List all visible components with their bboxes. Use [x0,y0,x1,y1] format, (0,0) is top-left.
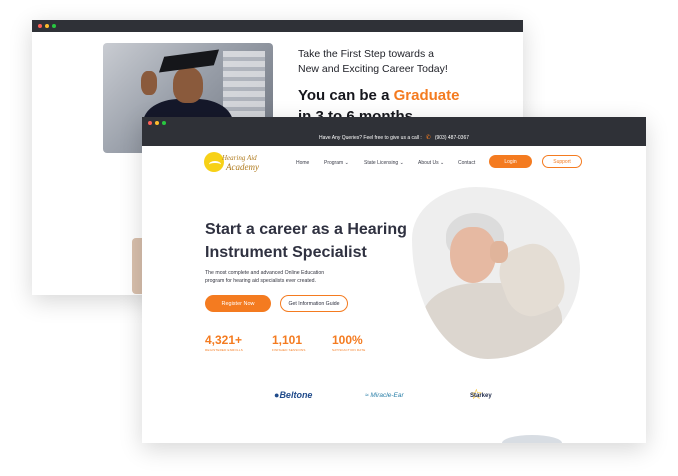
miracle-ear-logo: ≈ Miracle-Ear [365,392,404,399]
logo-line-2: Academy [226,162,259,172]
beltone-logo: ●Beltone [274,390,312,400]
contact-topbar: Have Any Queries? Feel free to give us a… [142,129,646,146]
maximize-dot-icon[interactable] [52,24,56,28]
stat-label: SATISFACTION RATE [332,348,366,352]
hero-title-line-2: Instrument Specialist [205,244,367,261]
nav-program-label: Program [324,160,344,166]
nav-contact[interactable]: Contact [458,160,475,166]
hero-subtitle: The most complete and advanced Online Ed… [205,269,375,285]
wave-icon: ≈ [365,392,369,399]
nav-state-licensing-label: State Licensing [364,160,399,166]
phone-icon: ✆ [425,135,431,141]
stat-enrolls: 4,321+ REGISTERED ENROLLS [205,333,243,352]
window-titlebar [142,117,646,129]
partial-photo [132,238,142,294]
logo-sun-icon [204,152,224,172]
back-hero-text: Take the First Step towards a New and Ex… [298,47,508,127]
logo-line-1: Hearing Aid [222,154,257,162]
stat-label: FINISHED SESSIONS [272,348,306,352]
miracle-ear-text: Miracle-Ear [370,392,404,399]
stat-satisfaction: 100% SATISFACTION RATE [332,333,365,352]
stat-value: 4,321+ [205,333,243,347]
partial-image [502,435,562,443]
close-dot-icon[interactable] [38,24,42,28]
register-now-button[interactable]: Register Now [205,295,271,312]
nav-about[interactable]: About Us ⌄ [418,160,444,166]
minimize-dot-icon[interactable] [45,24,49,28]
maximize-dot-icon[interactable] [162,121,166,125]
window-titlebar [32,20,523,32]
starkey-logo: Starkey [470,393,492,399]
headline-prefix: You can be a [298,87,394,104]
front-browser-window: Have Any Queries? Feel free to give us a… [142,117,646,443]
nav-home[interactable]: Home [296,160,309,166]
back-lead-line-1: Take the First Step towards a [298,48,434,60]
beltone-text: Beltone [279,390,313,400]
headline-highlight: Graduate [393,87,460,104]
hero-photo-blob [412,187,580,359]
main-nav: Hearing Aid Academy Home Program ⌄ State… [142,146,646,178]
nav-program[interactable]: Program ⌄ [324,160,349,166]
hero-subtitle-line-1: The most complete and advanced Online Ed… [205,270,325,276]
stat-label: REGISTERED ENROLLS [205,348,243,352]
chevron-down-icon: ⌄ [399,160,404,166]
minimize-dot-icon[interactable] [155,121,159,125]
chevron-down-icon: ⌄ [344,160,349,166]
close-dot-icon[interactable] [148,121,152,125]
hero-title: Start a career as a Hearing Instrument S… [205,218,415,264]
stat-sessions: 1,101 FINISHED SESSIONS [272,333,306,352]
hero-subtitle-line-2: program for hearing aid specialists ever… [205,278,317,284]
support-button[interactable]: Support [542,155,582,168]
stat-value: 1,101 [272,333,303,347]
nav-about-label: About Us [418,160,439,166]
back-lead-line-2: New and Exciting Career Today! [298,63,448,75]
login-button[interactable]: Login [489,155,532,168]
site-logo[interactable]: Hearing Aid Academy [204,152,274,174]
stat-value: 100% [332,333,363,347]
hero-title-line-1: Start a career as a Hearing [205,221,407,238]
topbar-text: Have Any Queries? Feel free to give us a… [318,134,422,141]
topbar-phone[interactable]: (903) 487-0367 [435,135,469,141]
information-guide-button[interactable]: Get Information Guide [280,295,348,312]
nav-state-licensing[interactable]: State Licensing ⌄ [364,160,404,166]
chevron-down-icon: ⌄ [439,160,445,166]
back-headline: You can be a Graduate [298,85,508,106]
